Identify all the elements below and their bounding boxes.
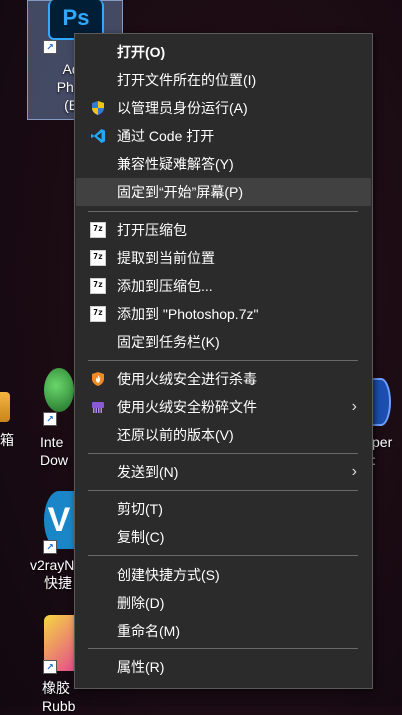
- menu-item-rename[interactable]: 重命名(M): [76, 617, 371, 645]
- right-app-label[interactable]: per :: [372, 433, 392, 469]
- menu-item-extract-here[interactable]: 7z 提取到当前位置: [76, 244, 371, 272]
- menu-separator: [88, 211, 358, 212]
- menu-item-label: 使用火绒安全进行杀毒: [117, 371, 257, 387]
- menu-item-add-to-archive[interactable]: 7z 添加到压缩包...: [76, 272, 371, 300]
- menu-separator: [88, 360, 358, 361]
- menu-item-label: 打开(O): [117, 44, 166, 60]
- vscode-icon: [91, 129, 105, 143]
- menu-separator: [88, 490, 358, 491]
- menu-item-label: 重命名(M): [117, 623, 180, 639]
- menu-item-restore-previous-versions[interactable]: 还原以前的版本(V): [76, 421, 371, 449]
- submenu-arrow-icon: ›: [351, 463, 357, 480]
- toolbox-icon[interactable]: [0, 392, 10, 422]
- menu-separator: [88, 648, 358, 649]
- menu-item-label: 删除(D): [117, 595, 165, 611]
- label-line: 快捷: [44, 575, 72, 591]
- idm-icon[interactable]: [44, 368, 74, 412]
- menu-item-label: 固定到“开始”屏幕(P): [117, 184, 243, 200]
- menu-separator: [88, 453, 358, 454]
- menu-item-label: 打开压缩包: [117, 222, 187, 238]
- menu-item-label: 创建快捷方式(S): [117, 567, 220, 583]
- menu-item-cut[interactable]: 剪切(T): [76, 495, 371, 523]
- label-line: 橡胶: [42, 680, 70, 696]
- photoshop-tile-text: Ps: [62, 5, 90, 30]
- menu-item-label: 复制(C): [117, 529, 165, 545]
- label-line: :: [372, 452, 376, 468]
- shortcut-arrow-icon: ↗: [43, 40, 57, 54]
- menu-item-label: 属性(R): [117, 659, 165, 675]
- menu-item-label: 通过 Code 打开: [117, 128, 215, 144]
- v2ray-label[interactable]: v2rayN 快捷: [30, 556, 74, 592]
- shortcut-arrow-icon: ↗: [43, 540, 57, 554]
- menu-item-add-to-photoshop-7z[interactable]: 7z 添加到 "Photoshop.7z": [76, 300, 371, 328]
- huorong-shredder-icon: [92, 402, 104, 413]
- menu-item-properties[interactable]: 属性(R): [76, 653, 371, 681]
- menu-item-create-shortcut[interactable]: 创建快捷方式(S): [76, 561, 371, 589]
- menu-item-label: 剪切(T): [117, 501, 163, 517]
- label-line: Rubb: [42, 698, 76, 714]
- menu-item-huorong-shred[interactable]: 使用火绒安全粉碎文件 ›: [76, 393, 371, 421]
- rubber-label[interactable]: 橡胶 Rubb: [42, 679, 75, 715]
- menu-item-copy[interactable]: 复制(C): [76, 523, 371, 551]
- 7zip-icon: 7z: [90, 278, 106, 294]
- menu-item-open-with-code[interactable]: 通过 Code 打开: [76, 122, 371, 150]
- uac-shield-icon: [92, 101, 104, 115]
- 7zip-icon: 7z: [90, 250, 106, 266]
- menu-item-huorong-scan[interactable]: 使用火绒安全进行杀毒: [76, 365, 371, 393]
- menu-item-label: 打开文件所在的位置(I): [117, 72, 257, 88]
- menu-item-run-as-admin[interactable]: 以管理员身份运行(A): [76, 94, 371, 122]
- menu-item-delete[interactable]: 删除(D): [76, 589, 371, 617]
- menu-item-open-file-location[interactable]: 打开文件所在的位置(I): [76, 66, 371, 94]
- label-line: v2rayN: [30, 557, 75, 573]
- submenu-arrow-icon: ›: [351, 398, 357, 415]
- context-menu: 打开(O) 打开文件所在的位置(I) 以管理员身份运行(A) 通过 Code 打…: [74, 33, 373, 689]
- menu-item-pin-to-taskbar[interactable]: 固定到任务栏(K): [76, 328, 371, 356]
- 7zip-icon: 7z: [90, 306, 106, 322]
- label-line: 箱: [0, 432, 14, 448]
- label-line: Dow: [40, 452, 69, 468]
- menu-item-pin-to-start[interactable]: 固定到“开始”屏幕(P): [76, 178, 371, 206]
- menu-item-open[interactable]: 打开(O): [76, 38, 371, 66]
- menu-item-label: 提取到当前位置: [117, 250, 215, 266]
- menu-item-open-archive[interactable]: 7z 打开压缩包: [76, 216, 371, 244]
- toolbox-label[interactable]: 箱: [0, 431, 14, 449]
- right-app-icon[interactable]: [371, 378, 391, 426]
- menu-item-label: 发送到(N): [117, 464, 179, 480]
- menu-item-label: 还原以前的版本(V): [117, 427, 234, 443]
- menu-item-label: 使用火绒安全粉碎文件: [117, 399, 257, 415]
- menu-item-label: 添加到 "Photoshop.7z": [117, 306, 259, 322]
- idm-label[interactable]: Inte Dow: [40, 433, 68, 469]
- menu-item-label: 兼容性疑难解答(Y): [117, 156, 234, 172]
- shortcut-arrow-icon: ↗: [43, 412, 57, 426]
- shortcut-arrow-icon: ↗: [43, 660, 57, 674]
- label-line: per: [372, 434, 393, 450]
- menu-item-label: 以管理员身份运行(A): [117, 100, 248, 116]
- menu-item-label: 固定到任务栏(K): [117, 334, 220, 350]
- label-line: Inte: [40, 434, 64, 450]
- menu-item-send-to[interactable]: 发送到(N) ›: [76, 458, 371, 486]
- huorong-shield-icon: [92, 372, 104, 386]
- menu-item-troubleshoot-compatibility[interactable]: 兼容性疑难解答(Y): [76, 150, 371, 178]
- menu-item-label: 添加到压缩包...: [117, 278, 213, 294]
- 7zip-icon: 7z: [90, 222, 106, 238]
- menu-separator: [88, 555, 358, 556]
